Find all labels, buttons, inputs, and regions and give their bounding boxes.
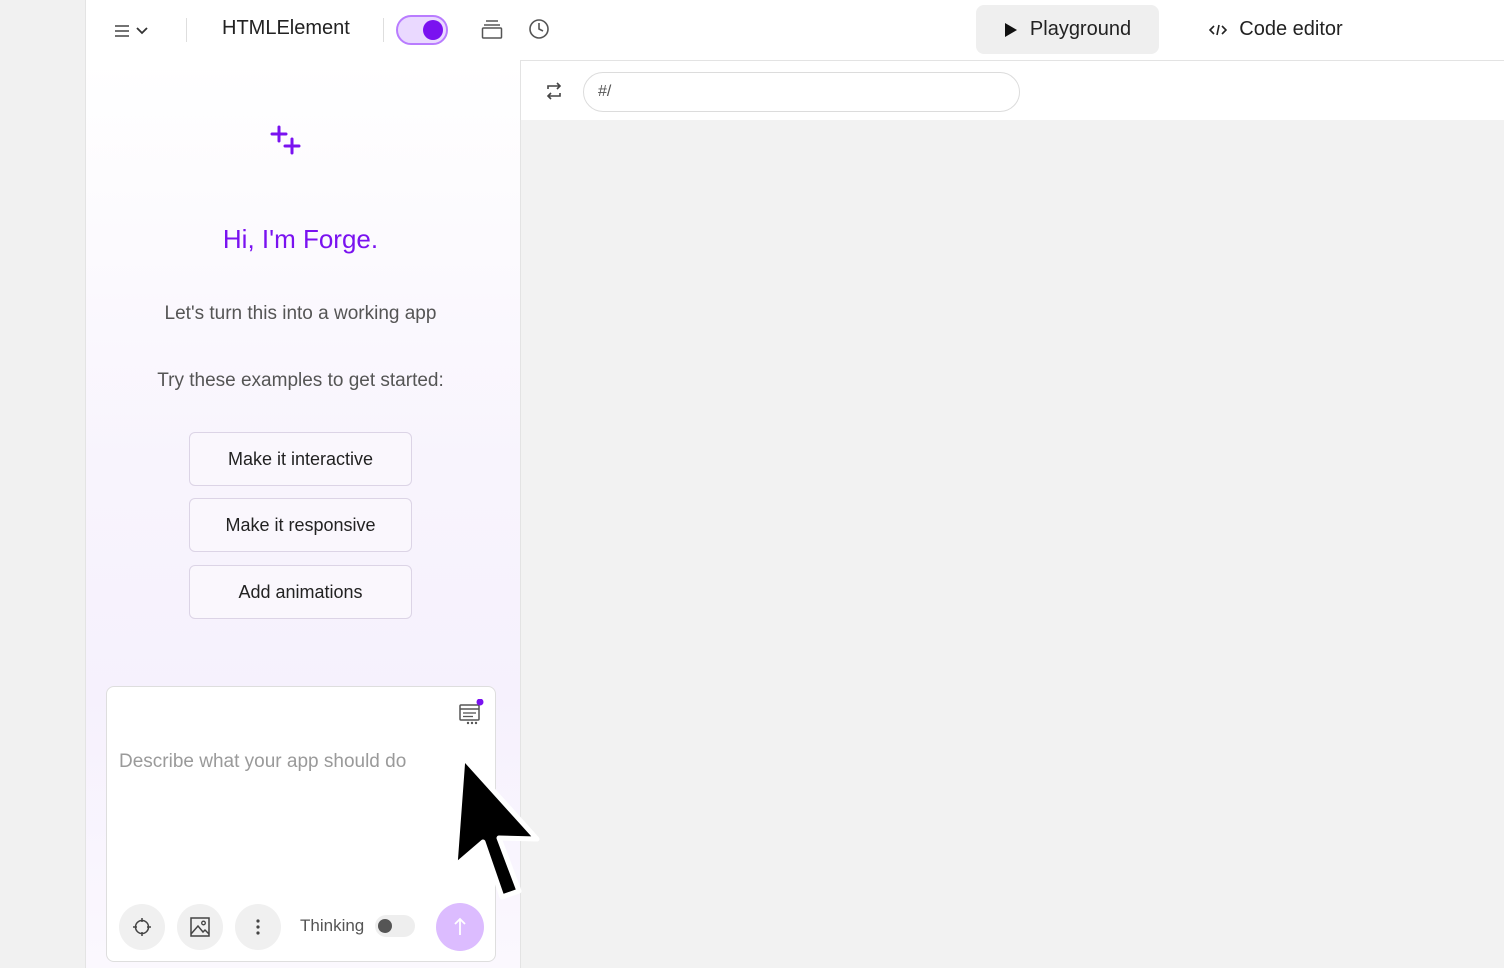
code-icon	[1209, 24, 1228, 35]
example-add-animations-button[interactable]: Add animations	[189, 565, 412, 619]
swap-icon	[546, 82, 562, 100]
sparkle-icon	[270, 125, 301, 155]
example-make-responsive-button[interactable]: Make it responsive	[189, 498, 412, 552]
url-input[interactable]	[583, 72, 1020, 112]
refresh-button[interactable]	[543, 80, 565, 102]
target-button[interactable]	[119, 904, 165, 950]
thinking-label: Thinking	[300, 916, 365, 935]
hamburger-icon	[115, 25, 129, 37]
arrow-up-icon	[454, 917, 466, 935]
greeting-title: Hi, I'm Forge.	[222, 224, 379, 254]
divider	[186, 18, 187, 42]
greeting-subtitle: Let's turn this into a working app	[164, 303, 437, 324]
chat-composer: Thinking	[106, 686, 496, 962]
more-options-button[interactable]	[235, 904, 281, 950]
preview-pane	[521, 60, 1504, 968]
top-bar: HTMLElement Playground Code editor	[86, 0, 1504, 60]
menu-button[interactable]	[114, 18, 154, 44]
crosshair-icon	[133, 918, 151, 936]
send-button[interactable]	[436, 903, 484, 951]
play-icon	[1004, 22, 1017, 37]
list-icon	[459, 699, 484, 725]
divider	[383, 18, 384, 42]
toggle-knob	[378, 919, 392, 933]
image-upload-button[interactable]	[177, 904, 223, 950]
layers-button[interactable]	[480, 17, 504, 41]
tab-playground[interactable]: Playground	[976, 5, 1159, 54]
templates-button[interactable]	[457, 699, 485, 727]
tab-label: Playground	[1029, 18, 1132, 40]
tab-code-editor[interactable]: Code editor	[1191, 5, 1361, 54]
example-make-interactive-button[interactable]: Make it interactive	[189, 432, 412, 486]
left-gutter	[0, 0, 86, 968]
history-button[interactable]	[527, 17, 551, 41]
examples-heading: Try these examples to get started:	[157, 370, 444, 391]
stack-icon	[481, 20, 503, 39]
preview-toolbar	[521, 60, 1504, 120]
mode-toggle[interactable]	[396, 15, 448, 45]
tab-label: Code editor	[1239, 18, 1343, 40]
toggle-knob	[423, 20, 443, 40]
thinking-toggle[interactable]	[375, 915, 415, 937]
image-icon	[190, 917, 210, 937]
prompt-input[interactable]	[119, 742, 449, 782]
project-title: HTMLElement	[222, 17, 350, 39]
app-window: HTMLElement Playground Code editor Hi, I…	[86, 0, 1504, 968]
more-vertical-icon	[256, 919, 260, 935]
chevron-down-icon	[136, 27, 148, 35]
mouse-pointer-icon	[452, 754, 540, 900]
clock-icon	[529, 19, 549, 39]
